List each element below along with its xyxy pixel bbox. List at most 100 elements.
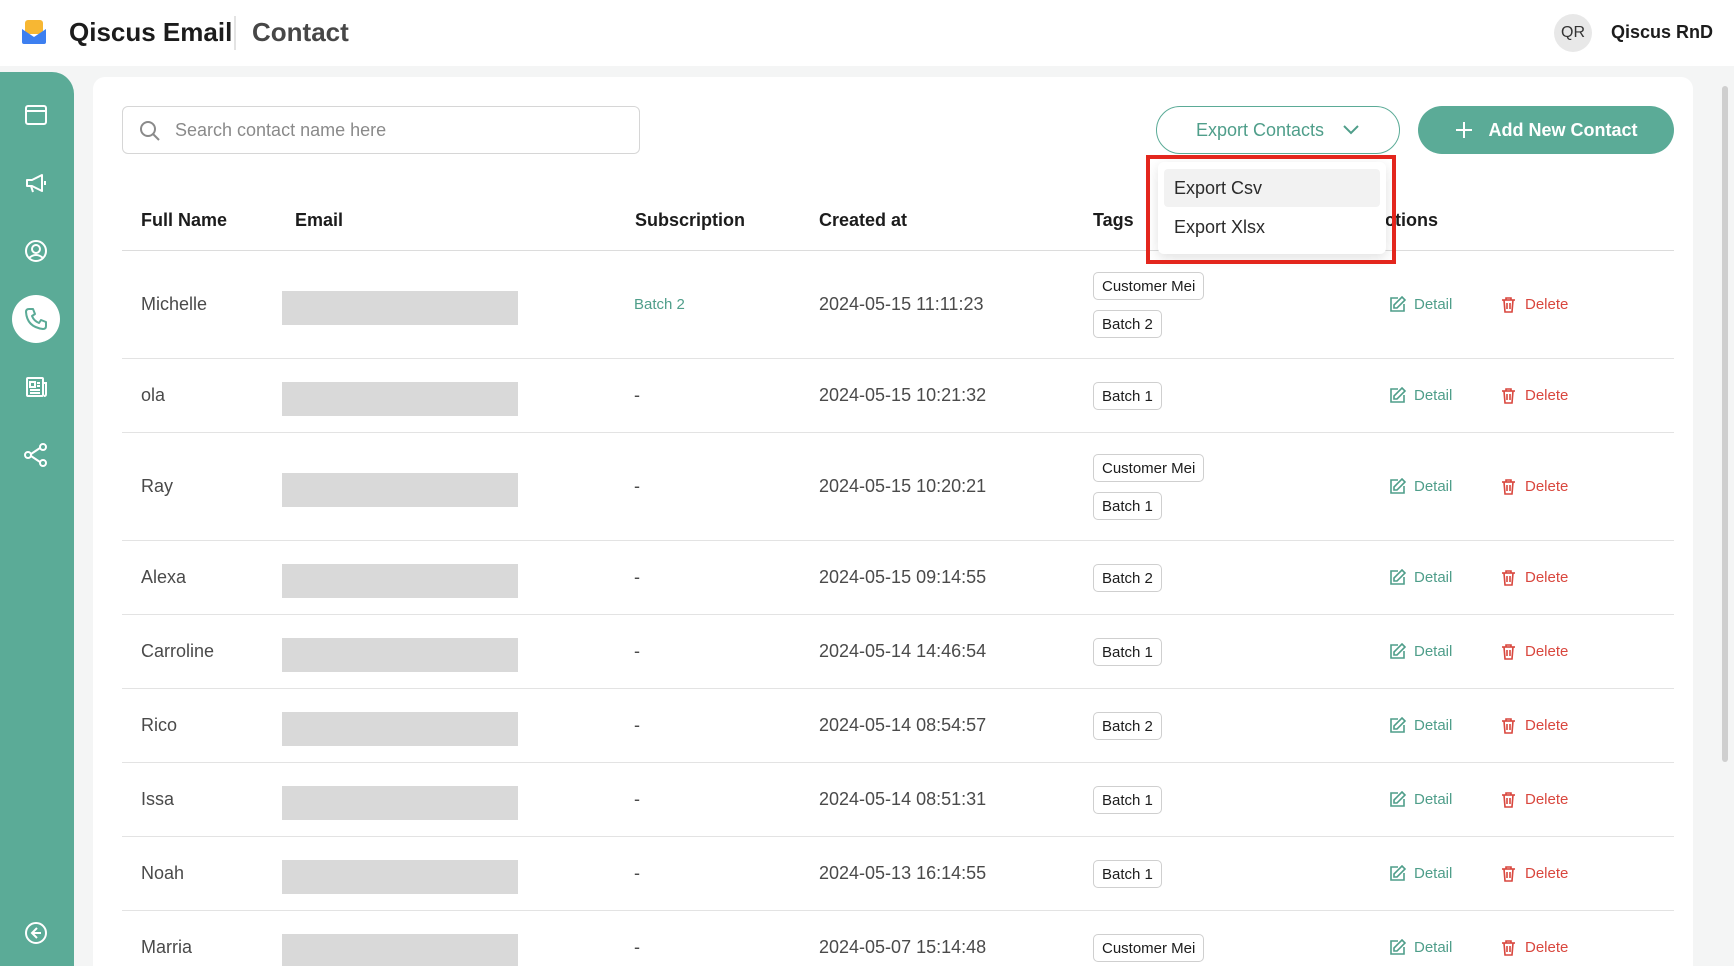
email-redacted-block [282,712,518,746]
subscription-value: - [634,789,640,809]
delete-label: Delete [1525,939,1569,956]
delete-button[interactable]: Delete [1500,865,1568,882]
email-redacted-block [282,934,518,966]
detail-label: Detail [1414,478,1453,495]
email-redacted-block [282,382,518,416]
trash-icon [1502,940,1515,956]
vertical-scrollbar[interactable] [1722,86,1728,762]
created-at-value: 2024-05-15 10:20:21 [819,476,987,496]
table-row: ola - 2024-05-15 10:21:32 Batch 1 Detail Dele… [122,359,1674,433]
table-row: Alexa - 2024-05-15 09:14:55 Batch 2 Detail De… [122,541,1674,615]
detail-label: Detail [1414,939,1453,956]
delete-button[interactable]: Delete [1500,717,1568,734]
export-contacts-button[interactable]: Export Contacts [1156,106,1400,154]
delete-button[interactable]: Delete [1500,387,1568,404]
detail-label: Detail [1414,387,1453,404]
delete-button[interactable]: Delete [1500,643,1568,660]
detail-button[interactable]: Detail [1389,939,1452,956]
edit-icon [1390,791,1406,807]
tag-badge: Batch 1 [1093,786,1162,814]
sidebar-item-integration[interactable] [12,431,60,479]
sidebar-item-dashboard[interactable] [12,91,60,139]
created-at-value: 2024-05-14 14:46:54 [819,641,987,661]
table-row: Carroline - 2024-05-14 14:46:54 Batch 1 Deta… [122,615,1674,689]
export-xlsx-option[interactable]: Export Xlsx [1164,208,1380,246]
sidebar-collapse-button[interactable] [12,909,60,957]
delete-button[interactable]: Delete [1500,296,1568,313]
detail-label: Detail [1414,296,1453,313]
user-avatar[interactable]: QR [1554,14,1592,52]
created-at-value: 2024-05-14 08:51:31 [819,789,987,809]
column-header-created-at[interactable]: Created at [819,210,907,231]
detail-button[interactable]: Detail [1389,478,1452,495]
sidebar-item-profile[interactable] [12,227,60,275]
detail-button[interactable]: Detail [1389,569,1452,586]
sidebar-item-newsletter[interactable] [12,363,60,411]
delete-button[interactable]: Delete [1500,939,1568,956]
email-redacted-block [282,473,518,507]
contact-name: Noah [141,863,185,883]
column-header-full-name[interactable]: Full Name [141,210,227,231]
edit-icon [1390,865,1406,881]
column-header-subscription[interactable]: Subscription [635,210,745,231]
subscription-value: - [634,385,640,405]
column-header-tags[interactable]: Tags [1093,210,1134,231]
contact-name: Michelle [141,294,208,314]
delete-label: Delete [1525,569,1569,586]
delete-label: Delete [1525,478,1569,495]
sidebar-item-campaign[interactable] [12,159,60,207]
table-row: Noah - 2024-05-13 16:14:55 Batch 1 Detail Del… [122,837,1674,911]
trash-icon [1502,644,1515,660]
share-nodes-icon [24,443,47,467]
email-redacted-block [282,291,518,325]
tag-badge: Batch 1 [1093,638,1162,666]
sidebar-item-contact[interactable] [12,295,60,343]
detail-button[interactable]: Detail [1389,865,1452,882]
delete-button[interactable]: Delete [1500,569,1568,586]
delete-button[interactable]: Delete [1500,478,1568,495]
detail-button[interactable]: Detail [1389,791,1452,808]
created-at-value: 2024-05-15 10:21:32 [819,385,987,405]
detail-button[interactable]: Detail [1389,643,1452,660]
detail-label: Detail [1414,569,1453,586]
created-at-value: 2024-05-15 11:11:23 [819,294,984,314]
chevron-down-icon [1343,125,1359,135]
trash-icon [1502,570,1515,586]
collapse-arrow-icon [25,922,47,944]
email-redacted-block [282,564,518,598]
subscription-value: - [634,567,640,587]
email-redacted-block [282,860,518,894]
subscription-value: - [634,715,640,735]
export-csv-option[interactable]: Export Csv [1164,169,1380,207]
subscription-value: - [634,641,640,661]
tag-badge: Batch 2 [1093,564,1162,592]
sidebar [0,72,74,966]
tag-badge: Customer Mei [1093,454,1205,482]
newspaper-icon [26,377,47,397]
detail-button[interactable]: Detail [1389,296,1452,313]
edit-icon [1390,717,1406,733]
created-at-value: 2024-05-13 16:14:55 [819,863,987,883]
subscription-link[interactable]: Batch 2 [634,296,685,313]
phone-icon [25,308,47,330]
column-header-email[interactable]: Email [295,210,343,231]
delete-button[interactable]: Delete [1500,791,1568,808]
user-name[interactable]: Qiscus RnD [1611,22,1713,43]
trash-icon [1502,792,1515,808]
detail-label: Detail [1414,717,1453,734]
user-circle-icon [25,240,47,262]
edit-icon [1390,478,1406,494]
detail-button[interactable]: Detail [1389,387,1452,404]
delete-label: Delete [1525,296,1569,313]
created-at-value: 2024-05-14 08:54:57 [819,715,987,735]
tag-badge: Customer Mei [1093,272,1205,300]
email-redacted-block [282,638,518,672]
search-input[interactable] [175,115,625,145]
search-box[interactable] [122,106,640,154]
title-divider [234,16,236,50]
contact-name: Ray [141,476,174,496]
add-new-contact-button[interactable]: Add New Contact [1418,106,1674,154]
tag-badge: Batch 1 [1093,492,1162,520]
edit-icon [1390,643,1406,659]
detail-button[interactable]: Detail [1389,717,1452,734]
